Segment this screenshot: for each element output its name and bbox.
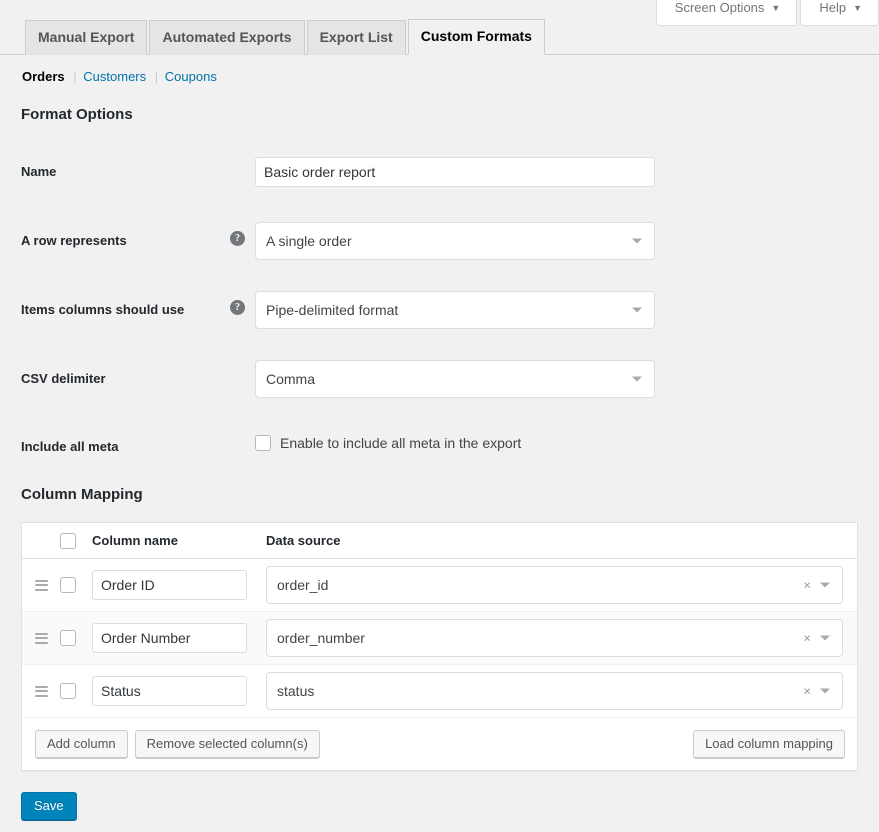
include-all-meta-checkbox-label[interactable]: Enable to include all meta in the export — [280, 435, 521, 451]
format-options-heading: Format Options — [21, 106, 133, 123]
tab-custom-formats[interactable]: Custom Formats — [408, 19, 545, 55]
row-data-source-cell: order_number × — [266, 619, 857, 657]
clear-icon[interactable]: × — [803, 579, 811, 592]
table-row: order_number × — [22, 612, 857, 665]
drag-handle-icon[interactable] — [35, 686, 48, 697]
row-handle-cell — [22, 633, 60, 644]
chevron-down-icon — [632, 308, 642, 313]
subnav-item-orders[interactable]: Orders — [22, 69, 65, 84]
csv-delimiter-label: CSV delimiter — [21, 372, 106, 385]
include-all-meta-checkbox[interactable] — [255, 435, 271, 451]
chevron-down-icon: ▼ — [853, 4, 862, 13]
row-data-source-cell: status × — [266, 672, 857, 710]
name-label: Name — [21, 165, 56, 178]
data-source-select[interactable]: order_id × — [266, 566, 843, 604]
row-select-checkbox[interactable] — [60, 577, 76, 593]
chevron-down-icon — [632, 239, 642, 244]
column-name-input[interactable] — [92, 676, 247, 706]
table-row: status × — [22, 665, 857, 718]
primary-tab-bar: Manual Export Automated Exports Export L… — [0, 20, 879, 55]
screen-options-label: Screen Options — [675, 1, 765, 14]
help-label: Help — [819, 1, 846, 14]
column-mapping-actions: Add column Remove selected column(s) Loa… — [22, 718, 857, 770]
data-source-value: order_id — [277, 577, 328, 593]
data-source-value: status — [277, 683, 314, 699]
chevron-down-icon — [632, 377, 642, 382]
row-checkbox-cell — [60, 577, 92, 593]
row-handle-cell — [22, 580, 60, 591]
row-data-source-cell: order_id × — [266, 566, 857, 604]
chevron-down-icon — [820, 689, 830, 694]
table-row: order_id × — [22, 559, 857, 612]
items-columns-value: Pipe-delimited format — [266, 302, 398, 318]
tab-automated-exports[interactable]: Automated Exports — [149, 20, 304, 55]
chevron-down-icon — [820, 583, 830, 588]
header-checkbox-cell — [60, 533, 92, 549]
format-options-form: Name A row represents ? A single order I… — [0, 148, 700, 484]
row-column-name-cell — [92, 676, 266, 706]
help-icon[interactable]: ? — [230, 300, 245, 315]
drag-handle-icon[interactable] — [35, 633, 48, 644]
data-source-select[interactable]: order_number × — [266, 619, 843, 657]
help-icon[interactable]: ? — [230, 231, 245, 246]
column-mapping-table: Column name Data source order_id × — [21, 522, 858, 771]
row-column-name-cell — [92, 623, 266, 653]
format-name-input[interactable] — [255, 157, 655, 187]
clear-icon[interactable]: × — [803, 632, 811, 645]
column-name-input[interactable] — [92, 570, 247, 600]
items-columns-select[interactable]: Pipe-delimited format — [255, 291, 655, 329]
column-mapping-heading: Column Mapping — [21, 486, 143, 503]
subnav-separator: | — [155, 69, 158, 84]
drag-handle-icon[interactable] — [35, 580, 48, 591]
row-column-name-cell — [92, 570, 266, 600]
load-column-mapping-button[interactable]: Load column mapping — [693, 730, 845, 758]
tab-manual-export[interactable]: Manual Export — [25, 20, 147, 55]
remove-selected-columns-button[interactable]: Remove selected column(s) — [135, 730, 320, 758]
subnav-separator: | — [73, 69, 76, 84]
row-handle-cell — [22, 686, 60, 697]
row-select-checkbox[interactable] — [60, 630, 76, 646]
secondary-nav: Orders | Customers | Coupons — [22, 68, 217, 86]
data-source-value: order_number — [277, 630, 365, 646]
items-columns-label: Items columns should use — [21, 303, 184, 316]
form-row-name: Name — [0, 148, 700, 217]
select-all-checkbox[interactable] — [60, 533, 76, 549]
subnav-item-coupons[interactable]: Coupons — [165, 69, 217, 84]
data-source-select[interactable]: status × — [266, 672, 843, 710]
chevron-down-icon — [820, 636, 830, 641]
header-column-name: Column name — [92, 533, 266, 548]
row-checkbox-cell — [60, 683, 92, 699]
form-row-items-columns: Items columns should use ? Pipe-delimite… — [0, 286, 700, 355]
row-represents-value: A single order — [266, 233, 352, 249]
add-column-button[interactable]: Add column — [35, 730, 128, 758]
header-data-source: Data source — [266, 533, 857, 548]
row-represents-label: A row represents — [21, 234, 127, 247]
row-represents-select[interactable]: A single order — [255, 222, 655, 260]
row-checkbox-cell — [60, 630, 92, 646]
row-select-checkbox[interactable] — [60, 683, 76, 699]
subnav-item-customers[interactable]: Customers — [83, 69, 146, 84]
clear-icon[interactable]: × — [803, 685, 811, 698]
form-row-row-represents: A row represents ? A single order — [0, 217, 700, 286]
column-name-input[interactable] — [92, 623, 247, 653]
form-row-csv-delimiter: CSV delimiter Comma — [0, 355, 700, 424]
csv-delimiter-select[interactable]: Comma — [255, 360, 655, 398]
tab-export-list[interactable]: Export List — [307, 20, 406, 55]
csv-delimiter-value: Comma — [266, 371, 315, 387]
form-row-include-all-meta: Include all meta Enable to include all m… — [0, 424, 700, 484]
include-all-meta-label: Include all meta — [21, 440, 119, 453]
table-header-row: Column name Data source — [22, 523, 857, 559]
chevron-down-icon: ▼ — [771, 4, 780, 13]
save-button[interactable]: Save — [21, 792, 77, 820]
